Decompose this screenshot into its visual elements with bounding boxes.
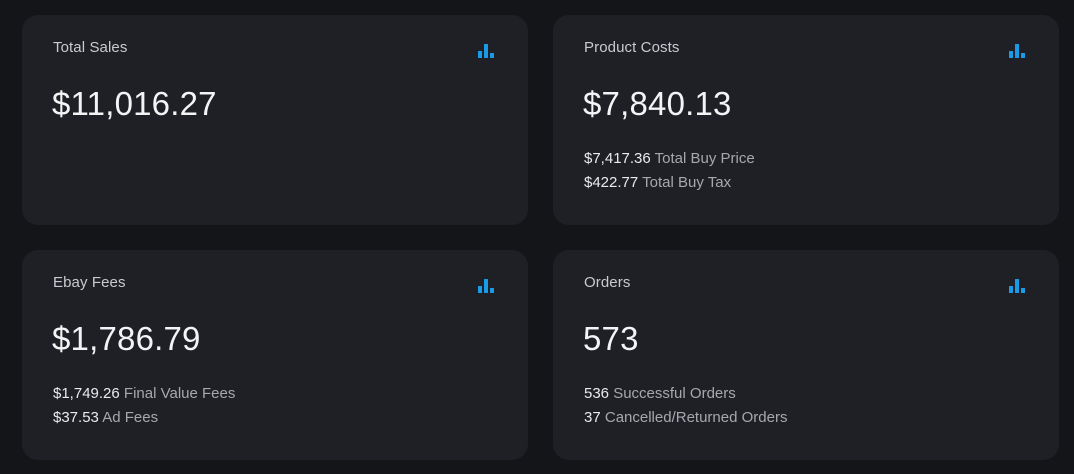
dashboard-grid: Total Sales $11,016.27 Product Costs $7,… (0, 0, 1074, 474)
bar-chart-icon[interactable] (1009, 44, 1025, 58)
total-sales-card: Total Sales $11,016.27 (22, 15, 528, 225)
bar-chart-icon[interactable] (478, 44, 494, 58)
detail-amount: 536 (584, 385, 610, 402)
detail-amount: $7,417.36 (584, 150, 651, 167)
detail-label: Successful Orders (613, 385, 736, 402)
bar-chart-icon[interactable] (478, 279, 494, 293)
detail-amount: 37 (584, 409, 601, 426)
card-details: $7,417.36 Total Buy Price $422.77 Total … (584, 147, 755, 195)
detail-label: Total Buy Price (654, 150, 755, 167)
detail-label: Cancelled/Returned Orders (604, 409, 788, 426)
detail-row: $7,417.36 Total Buy Price (584, 147, 755, 171)
product-costs-card: Product Costs $7,840.13 $7,417.36 Total … (553, 15, 1059, 225)
card-value: $7,840.13 (583, 85, 732, 122)
detail-row: $1,749.26 Final Value Fees (53, 382, 235, 406)
ebay-fees-card: Ebay Fees $1,786.79 $1,749.26 Final Valu… (22, 250, 528, 460)
card-title: Total Sales (53, 39, 128, 56)
card-title: Orders (584, 274, 631, 291)
card-value: $1,786.79 (52, 320, 201, 357)
card-details: 536 Successful Orders 37 Cancelled/Retur… (584, 382, 787, 430)
bar-chart-icon[interactable] (1009, 279, 1025, 293)
detail-row: 37 Cancelled/Returned Orders (584, 406, 787, 430)
detail-label: Ad Fees (102, 409, 159, 426)
card-value: 573 (583, 320, 639, 357)
detail-amount: $1,749.26 (53, 385, 120, 402)
card-details: $1,749.26 Final Value Fees $37.53 Ad Fee… (53, 382, 235, 430)
card-title: Product Costs (584, 39, 680, 56)
detail-label: Total Buy Tax (642, 174, 732, 191)
detail-row: $37.53 Ad Fees (53, 406, 235, 430)
detail-row: 536 Successful Orders (584, 382, 787, 406)
detail-row: $422.77 Total Buy Tax (584, 171, 755, 195)
detail-label: Final Value Fees (123, 385, 236, 402)
card-value: $11,016.27 (52, 85, 217, 122)
detail-amount: $37.53 (53, 409, 99, 426)
detail-amount: $422.77 (584, 174, 639, 191)
card-title: Ebay Fees (53, 274, 126, 291)
orders-card: Orders 573 536 Successful Orders 37 Canc… (553, 250, 1059, 460)
